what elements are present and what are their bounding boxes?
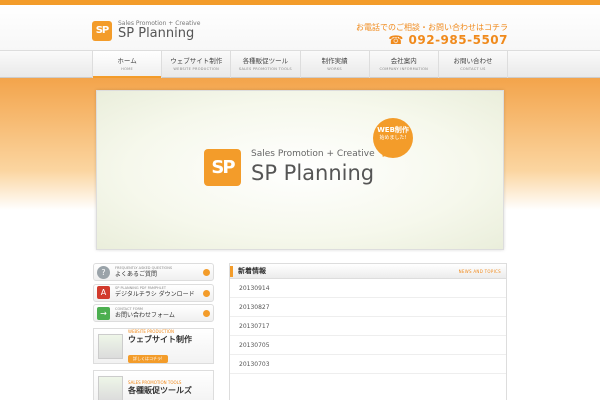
nav-sublabel: SALES PROMOTION TOOLS [238, 67, 292, 71]
nav-label: 制作実績 [321, 57, 348, 65]
news-item[interactable]: 20130914 [230, 279, 506, 298]
sales-tools-thumbnail [98, 375, 123, 400]
bubble-line-1: WEB制作 [377, 126, 409, 134]
contact-form-icon: → [97, 306, 110, 320]
nav-sublabel: HOME [121, 67, 133, 71]
news-sublabel: NEWS AND TOPICS [458, 268, 501, 274]
nav-label: ホーム [117, 57, 137, 65]
news-item[interactable]: 20130703 [230, 355, 506, 374]
logo-mark-icon: SP [92, 20, 112, 41]
arrow-icon [203, 310, 210, 317]
nav-label: お問い合わせ [453, 57, 493, 65]
nav-label: 各種販促ツール [242, 57, 289, 65]
contact-info: お電話でのご相談・お問い合わせはコチラ ☎ 092-985-5507 [356, 23, 508, 47]
main-nav: ホーム HOME ウェブサイト制作 WEBSITE PRODUCTION 各種販… [0, 50, 600, 79]
logo-name: SP Planning [118, 26, 195, 41]
phone-number[interactable]: ☎ 092-985-5507 [356, 33, 508, 47]
sidebar: ? FREQUENTLY ASKED QUESTIONS よくあるご質問 A S… [93, 263, 214, 400]
website-thumbnail [98, 333, 123, 359]
hero-logo: SP Sales Promotion + Creative SP Plannin… [204, 149, 375, 186]
hero-banner: SP Sales Promotion + Creative SP Plannin… [96, 90, 504, 250]
nav-sublabel: CONTACT US [460, 67, 486, 71]
sidebar-link-faq[interactable]: ? FREQUENTLY ASKED QUESTIONS よくあるご質問 [93, 263, 214, 281]
sidebar-link-label: デジタルチラシ ダウンロード [115, 291, 195, 298]
arrow-icon [203, 269, 210, 276]
sidebar-link-contact-form[interactable]: → CONTACT FORM お問い合わせフォーム [93, 304, 214, 322]
nav-item-sales-promotion-tools[interactable]: 各種販促ツール SALES PROMOTION TOOLS [231, 51, 301, 78]
bubble-line-2: 始めました! [379, 135, 407, 141]
nav-label: 会社案内 [390, 57, 417, 65]
hero-tagline: Sales Promotion + Creative [251, 149, 375, 159]
nav-sublabel: WORKS [327, 67, 342, 71]
site-logo[interactable]: SP Sales Promotion + Creative SP Plannin… [92, 20, 200, 41]
question-icon: ? [97, 265, 110, 279]
sidebar-link-label: お問い合わせフォーム [115, 311, 175, 319]
nav-item-website-production[interactable]: ウェブサイト制作 WEBSITE PRODUCTION [162, 51, 232, 78]
sidebar-banner-website[interactable]: WEBSITE PRODUCTION ウェブサイト制作 詳しくはコチラ! [93, 328, 214, 364]
banner-label: ウェブサイト制作 [128, 334, 192, 344]
nav-item-company[interactable]: 会社案内 COMPANY INFORMATION [370, 51, 439, 78]
speech-bubble-badge: WEB制作 始めました! [373, 118, 413, 158]
news-item[interactable]: 20130717 [230, 317, 506, 336]
nav-label: ウェブサイト制作 [170, 57, 223, 65]
contact-text: お電話でのご相談・お問い合わせはコチラ [356, 23, 508, 32]
news-item[interactable]: 20130827 [230, 298, 506, 317]
nav-item-works[interactable]: 制作実績 WORKS [301, 51, 370, 78]
news-header: 新着情報 NEWS AND TOPICS [230, 264, 506, 279]
arrow-icon [203, 289, 210, 297]
nav-sublabel: COMPANY INFORMATION [379, 67, 429, 71]
sidebar-link-pdf[interactable]: A SP PLANNING PDF PAMPHLET デジタルチラシ ダウンロー… [93, 283, 214, 302]
nav-item-contact[interactable]: お問い合わせ CONTACT US [439, 51, 509, 78]
banner-more-button[interactable]: 詳しくはコチラ! [128, 354, 168, 363]
sidebar-link-sublabel: FREQUENTLY ASKED QUESTIONS [115, 265, 173, 270]
news-title: 新着情報 [238, 267, 266, 275]
news-panel: 新着情報 NEWS AND TOPICS 20130914 20130827 2… [229, 263, 507, 400]
sidebar-banner-sales-tools[interactable]: SALES PROMOTION TOOLS 各種販促ツールズ [93, 370, 214, 400]
banner-label: 各種販促ツールズ [128, 386, 192, 395]
news-accent-bar [230, 266, 233, 277]
nav-sublabel: WEBSITE PRODUCTION [173, 67, 220, 71]
nav-item-home[interactable]: ホーム HOME [92, 51, 163, 79]
news-item[interactable]: 20130705 [230, 336, 506, 355]
pdf-icon: A [97, 286, 110, 299]
site-header: SP Sales Promotion + Creative SP Plannin… [0, 5, 600, 50]
sidebar-link-label: よくあるご質問 [115, 270, 158, 278]
hero-brand-name: SP Planning [251, 161, 375, 185]
hero-logo-mark-icon: SP [204, 149, 241, 186]
